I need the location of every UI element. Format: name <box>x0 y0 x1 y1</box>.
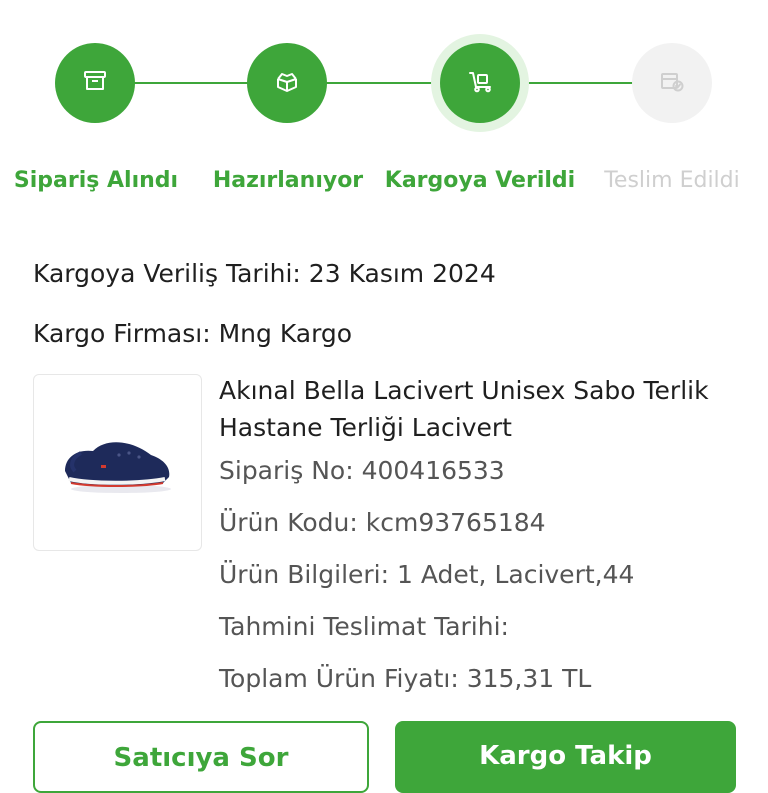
estimated-delivery: Tahmini Teslimat Tarihi: <box>219 612 509 641</box>
delivery-dolly-icon <box>466 67 494 99</box>
total-price: Toplam Ürün Fiyatı: 315,31 TL <box>219 664 592 693</box>
step-label-shipped: Kargoya Verildi <box>384 168 576 193</box>
track-cargo-label: Kargo Takip <box>479 741 652 771</box>
step-order-received-circle <box>55 43 135 123</box>
delivered-box-icon <box>658 67 686 99</box>
step-label-order-received: Sipariş Alındı <box>13 168 179 193</box>
product-image[interactable] <box>33 374 202 551</box>
step-connector <box>134 82 250 84</box>
ask-seller-button[interactable]: Satıcıya Sor <box>33 721 369 793</box>
step-shipped-circle <box>440 43 520 123</box>
shipment-date: Kargoya Veriliş Tarihi: 23 Kasım 2024 <box>33 259 496 288</box>
product-info: Ürün Bilgileri: 1 Adet, Lacivert,44 <box>219 560 635 589</box>
track-cargo-button[interactable]: Kargo Takip <box>395 721 736 793</box>
step-preparing-circle <box>247 43 327 123</box>
step-delivered-circle <box>632 43 712 123</box>
ask-seller-label: Satıcıya Sor <box>113 743 289 773</box>
clog-shoe-image <box>64 441 171 493</box>
step-label-preparing: Hazırlanıyor <box>212 168 364 193</box>
archive-box-icon <box>81 67 109 99</box>
product-title[interactable]: Akınal Bella Lacivert Unisex Sabo Terlik… <box>219 372 739 446</box>
order-number: Sipariş No: 400416533 <box>219 456 505 485</box>
step-connector <box>518 82 636 84</box>
open-box-icon <box>273 67 301 99</box>
order-status-tracker: Sipariş Alındı Hazırlanıyor Kargoya Veri… <box>0 0 768 230</box>
step-label-delivered: Teslim Edildi <box>604 168 740 193</box>
step-connector <box>326 82 442 84</box>
product-code: Ürün Kodu: kcm93765184 <box>219 508 546 537</box>
cargo-carrier: Kargo Firması: Mng Kargo <box>33 319 353 348</box>
